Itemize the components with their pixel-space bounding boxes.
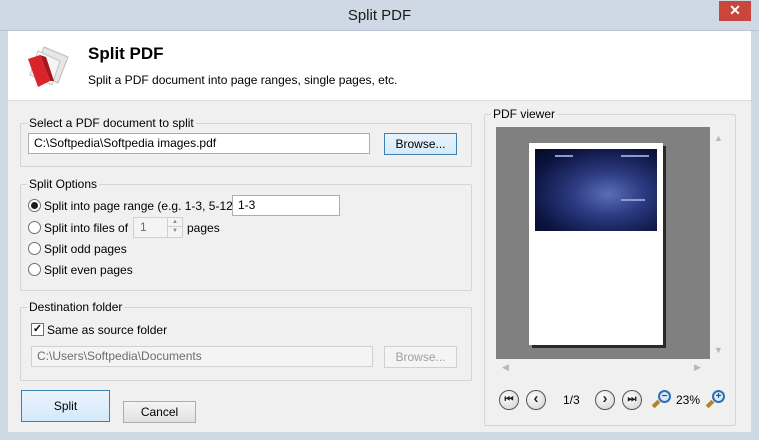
radio-files-of-indicator[interactable]	[28, 221, 41, 234]
source-path-input[interactable]: C:\Softpedia\Softpedia images.pdf	[28, 133, 370, 154]
radio-page-range-indicator[interactable]	[28, 199, 41, 212]
first-page-icon[interactable]: ⏮	[499, 390, 519, 410]
radio-files-of-label: Split into files of	[44, 221, 129, 235]
zoom-in-icon[interactable]: +	[705, 390, 725, 410]
radio-odd-pages-indicator[interactable]	[28, 242, 41, 255]
scroll-right-icon[interactable]: ▶	[694, 362, 701, 373]
destination-group-label: Destination folder	[27, 300, 125, 314]
split-button[interactable]: Split	[21, 390, 110, 422]
zoom-out-icon[interactable]: −	[651, 390, 671, 410]
files-count-stepper[interactable]: 1 ▲ ▼	[133, 217, 183, 238]
pdf-page-thumbnail	[529, 143, 663, 345]
header-title: Split PDF	[88, 44, 164, 63]
pdf-page-image	[535, 149, 657, 231]
split-options-label: Split Options	[27, 177, 100, 191]
scroll-down-icon[interactable]: ▼	[714, 345, 723, 355]
pdf-horizontal-scrollbar[interactable]: ◀ ▶	[496, 359, 710, 375]
page-range-input[interactable]: 1-3	[232, 195, 340, 216]
spin-up-icon[interactable]: ▲	[168, 218, 182, 227]
header-subtitle: Split a PDF document into page ranges, s…	[88, 73, 398, 87]
zoom-out-lens: −	[658, 390, 671, 403]
title-bar: Split PDF ✕	[0, 0, 759, 31]
pdf-split-logo-icon	[28, 46, 69, 87]
source-browse-button[interactable]: Browse...	[384, 133, 457, 155]
radio-odd-pages-label: Split odd pages	[44, 242, 127, 256]
next-page-icon[interactable]: ›	[595, 390, 615, 410]
pdf-preview-area[interactable]	[496, 127, 710, 359]
scroll-left-icon[interactable]: ◀	[502, 362, 509, 373]
same-as-source-label: Same as source folder	[47, 323, 168, 337]
close-icon: ✕	[729, 2, 741, 18]
close-button[interactable]: ✕	[719, 1, 751, 21]
pages-suffix-label: pages	[187, 221, 220, 235]
same-as-source-check-icon[interactable]: ✓	[31, 323, 44, 336]
source-group-label: Select a PDF document to split	[27, 116, 196, 130]
radio-even-pages-label: Split even pages	[44, 263, 133, 277]
files-count-value: 1	[140, 220, 147, 234]
pdf-vertical-scrollbar[interactable]: ▲ ▼	[710, 127, 726, 359]
destination-path-input[interactable]: C:\Users\Softpedia\Documents	[31, 346, 373, 367]
radio-even-pages-indicator[interactable]	[28, 263, 41, 276]
pdf-viewer-label: PDF viewer	[491, 107, 558, 121]
destination-group: Destination folder	[20, 300, 472, 381]
files-count-spin-buttons: ▲ ▼	[167, 218, 182, 237]
destination-browse-button[interactable]: Browse...	[384, 346, 457, 368]
page-indicator: 1/3	[563, 393, 580, 407]
spin-down-icon[interactable]: ▼	[168, 227, 182, 236]
radio-page-range-label: Split into page range (e.g. 1-3, 5-12)	[44, 199, 237, 213]
prev-page-icon[interactable]: ‹	[526, 390, 546, 410]
zoom-in-lens: +	[712, 390, 725, 403]
header-banner: Split PDF Split a PDF document into page…	[8, 31, 751, 101]
cancel-button[interactable]: Cancel	[123, 401, 196, 423]
window-title: Split PDF	[347, 7, 412, 24]
zoom-level: 23%	[676, 393, 701, 407]
scroll-up-icon[interactable]: ▲	[714, 133, 723, 143]
last-page-icon[interactable]: ⏭	[622, 390, 642, 410]
